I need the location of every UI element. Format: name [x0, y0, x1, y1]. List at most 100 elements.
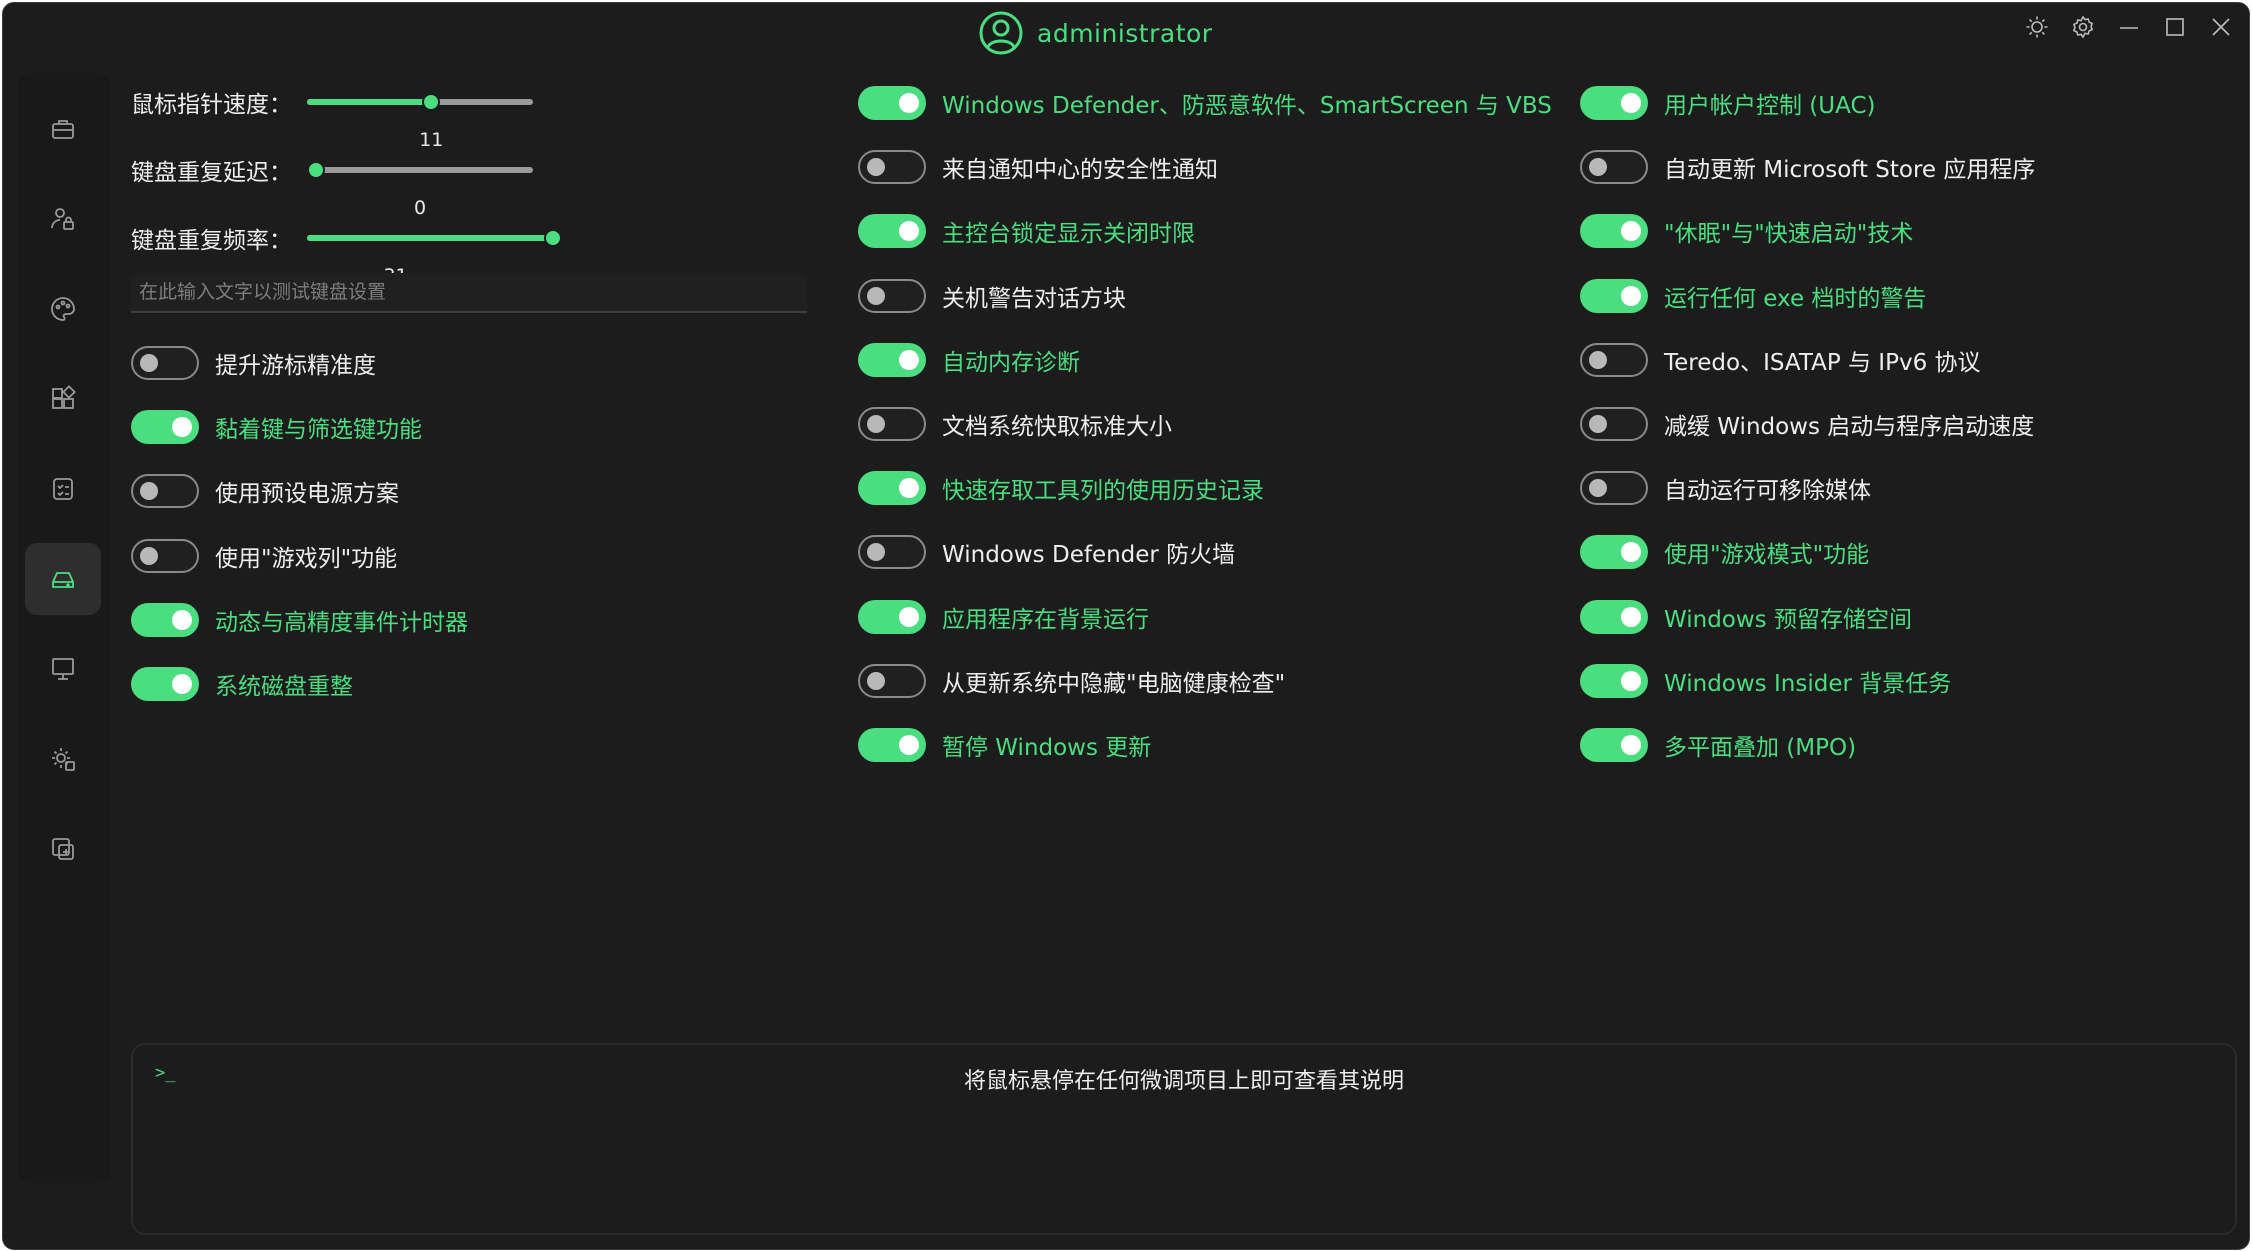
toggle-row[interactable]: 系统磁盘重整 — [131, 664, 353, 704]
toggle-switch[interactable] — [1580, 86, 1648, 120]
toggle-label: 来自通知中心的安全性通知 — [942, 157, 1218, 184]
toggle-switch[interactable] — [858, 278, 926, 313]
toggle-label: 使用预设电源方案 — [215, 481, 399, 508]
sidebar-item-backup[interactable] — [25, 813, 101, 885]
settings-icon[interactable] — [2071, 15, 2095, 39]
toggle-row[interactable]: 文档系统快取标准大小 — [858, 404, 1172, 444]
user-avatar-icon — [979, 11, 1023, 55]
toggle-row[interactable]: 关机警告对话方块 — [858, 276, 1126, 316]
toggle-switch[interactable] — [1580, 342, 1648, 377]
toggle-row[interactable]: Teredo、ISATAP 与 IPv6 协议 — [1580, 340, 1981, 380]
toggle-row[interactable]: Windows Insider 背景任务 — [1580, 661, 1951, 701]
toggle-knob — [1621, 93, 1641, 113]
toggle-row[interactable]: 自动内存诊断 — [858, 340, 1080, 380]
toggle-row[interactable]: 提升游标精准度 — [131, 343, 376, 383]
sidebar-item-appearance[interactable] — [25, 273, 101, 345]
toggle-knob — [1621, 735, 1641, 755]
toggle-row[interactable]: 自动更新 Microsoft Store 应用程序 — [1580, 147, 2035, 187]
sidebar-item-storage[interactable] — [25, 543, 101, 615]
toggle-switch[interactable] — [131, 346, 199, 380]
theme-icon[interactable] — [2025, 15, 2049, 39]
key-rate-slider[interactable]: 31 — [307, 229, 562, 287]
sidebar-item-toolbox[interactable] — [25, 93, 101, 165]
toggle-switch[interactable] — [858, 599, 926, 634]
toggle-switch[interactable] — [1580, 471, 1648, 506]
sidebar-item-display[interactable] — [25, 633, 101, 705]
key-rate-thumb[interactable] — [544, 229, 562, 247]
toggle-switch[interactable] — [858, 214, 926, 249]
close-icon[interactable] — [2209, 15, 2233, 39]
toggle-switch[interactable] — [858, 342, 926, 377]
toggle-switch[interactable] — [858, 407, 926, 441]
toggle-switch[interactable] — [858, 471, 926, 506]
toggle-row[interactable]: 黏着键与筛选键功能 — [131, 407, 422, 447]
mouse-speed-value: 11 — [419, 129, 444, 151]
toggle-switch[interactable] — [1580, 599, 1648, 634]
toggle-row[interactable]: 动态与高精度事件计时器 — [131, 600, 468, 640]
minimize-icon[interactable] — [2117, 15, 2141, 39]
toggle-label: 系统磁盘重整 — [215, 674, 353, 700]
toggle-row[interactable]: 使用"游戏列"功能 — [131, 536, 397, 576]
toggle-knob — [140, 546, 158, 565]
toggle-switch[interactable] — [1580, 407, 1648, 441]
toggle-row[interactable]: 减缓 Windows 启动与程序启动速度 — [1580, 404, 2034, 444]
toggle-label: Teredo、ISATAP 与 IPv6 协议 — [1664, 349, 1981, 376]
toggle-row[interactable]: 来自通知中心的安全性通知 — [858, 147, 1218, 187]
toggle-switch[interactable] — [1580, 214, 1648, 249]
toggle-knob — [172, 674, 192, 694]
window-title: administrator — [1037, 18, 1213, 48]
toggle-switch[interactable] — [858, 728, 926, 762]
mouse-speed-slider[interactable]: 11 — [307, 93, 533, 151]
toggle-switch[interactable] — [858, 535, 926, 570]
toggle-switch[interactable] — [131, 474, 199, 509]
toggle-knob — [867, 543, 885, 562]
toggle-switch[interactable] — [858, 150, 926, 185]
toggle-row[interactable]: Windows Defender、防恶意软件、SmartScreen 与 VBS — [858, 83, 1552, 123]
toggle-row[interactable]: 运行任何 exe 档时的警告 — [1580, 276, 1926, 316]
mouse-speed-label: 鼠标指针速度： — [131, 92, 292, 118]
title-bar: administrator — [3, 3, 2249, 63]
toggle-label: 关机警告对话方块 — [942, 285, 1126, 312]
toggle-row[interactable]: Windows Defender 防火墙 — [858, 532, 1235, 572]
toggle-switch[interactable] — [131, 602, 199, 637]
toggle-row[interactable]: 使用预设电源方案 — [131, 471, 399, 511]
keyboard-test-input[interactable] — [131, 273, 807, 313]
sidebar-item-privacy[interactable] — [25, 183, 101, 255]
toggle-switch[interactable] — [1580, 663, 1648, 698]
toggle-switch[interactable] — [1580, 278, 1648, 313]
toggle-switch[interactable] — [1580, 728, 1648, 762]
description-console: >_ 将鼠标悬停在任何微调项目上即可查看其说明 — [131, 1043, 2237, 1235]
toggle-label: 动态与高精度事件计时器 — [215, 609, 468, 636]
toggle-label: 多平面叠加 (MPO) — [1664, 735, 1857, 761]
toggle-switch[interactable] — [1580, 535, 1648, 570]
toggle-row[interactable]: 主控台锁定显示关闭时限 — [858, 211, 1195, 251]
toggle-row[interactable]: 应用程序在背景运行 — [858, 597, 1149, 637]
drive-icon — [52, 572, 74, 588]
toggle-row[interactable]: 暂停 Windows 更新 — [858, 725, 1151, 765]
toggle-switch[interactable] — [131, 538, 199, 573]
toggle-row[interactable]: 自动运行可移除媒体 — [1580, 468, 1871, 508]
sidebar-item-tasks[interactable] — [25, 453, 101, 525]
sidebar-item-apps[interactable] — [25, 363, 101, 435]
mouse-speed-thumb[interactable] — [422, 93, 441, 111]
key-delay-thumb[interactable] — [307, 161, 326, 179]
toggle-switch[interactable] — [858, 86, 926, 120]
toggle-switch[interactable] — [858, 663, 926, 698]
toggle-switch[interactable] — [131, 410, 199, 445]
sidebar — [17, 73, 111, 1183]
toggle-switch[interactable] — [1580, 150, 1648, 185]
toggle-row[interactable]: "休眠"与"快速启动"技术 — [1580, 211, 1913, 251]
app-window: administrator 鼠标指针速度： 11 键盘重复延迟： 0 键盘重复频… — [2, 2, 2250, 1250]
toggle-row[interactable]: Windows 预留存储空间 — [1580, 597, 1912, 637]
toggle-label: 自动内存诊断 — [942, 349, 1080, 376]
toggle-row[interactable]: 从更新系统中隐藏"电脑健康检查" — [858, 661, 1285, 701]
key-delay-slider[interactable]: 0 — [307, 161, 533, 219]
sidebar-item-services[interactable] — [25, 723, 101, 795]
toggle-row[interactable]: 使用"游戏模式"功能 — [1580, 532, 1869, 572]
toggle-label: 提升游标精准度 — [215, 353, 376, 379]
toggle-row[interactable]: 快速存取工具列的使用历史记录 — [858, 468, 1264, 508]
toggle-switch[interactable] — [131, 667, 199, 701]
maximize-icon[interactable] — [2163, 15, 2187, 39]
toggle-row[interactable]: 多平面叠加 (MPO) — [1580, 725, 1856, 765]
toggle-row[interactable]: 用户帐户控制 (UAC) — [1580, 83, 1875, 123]
